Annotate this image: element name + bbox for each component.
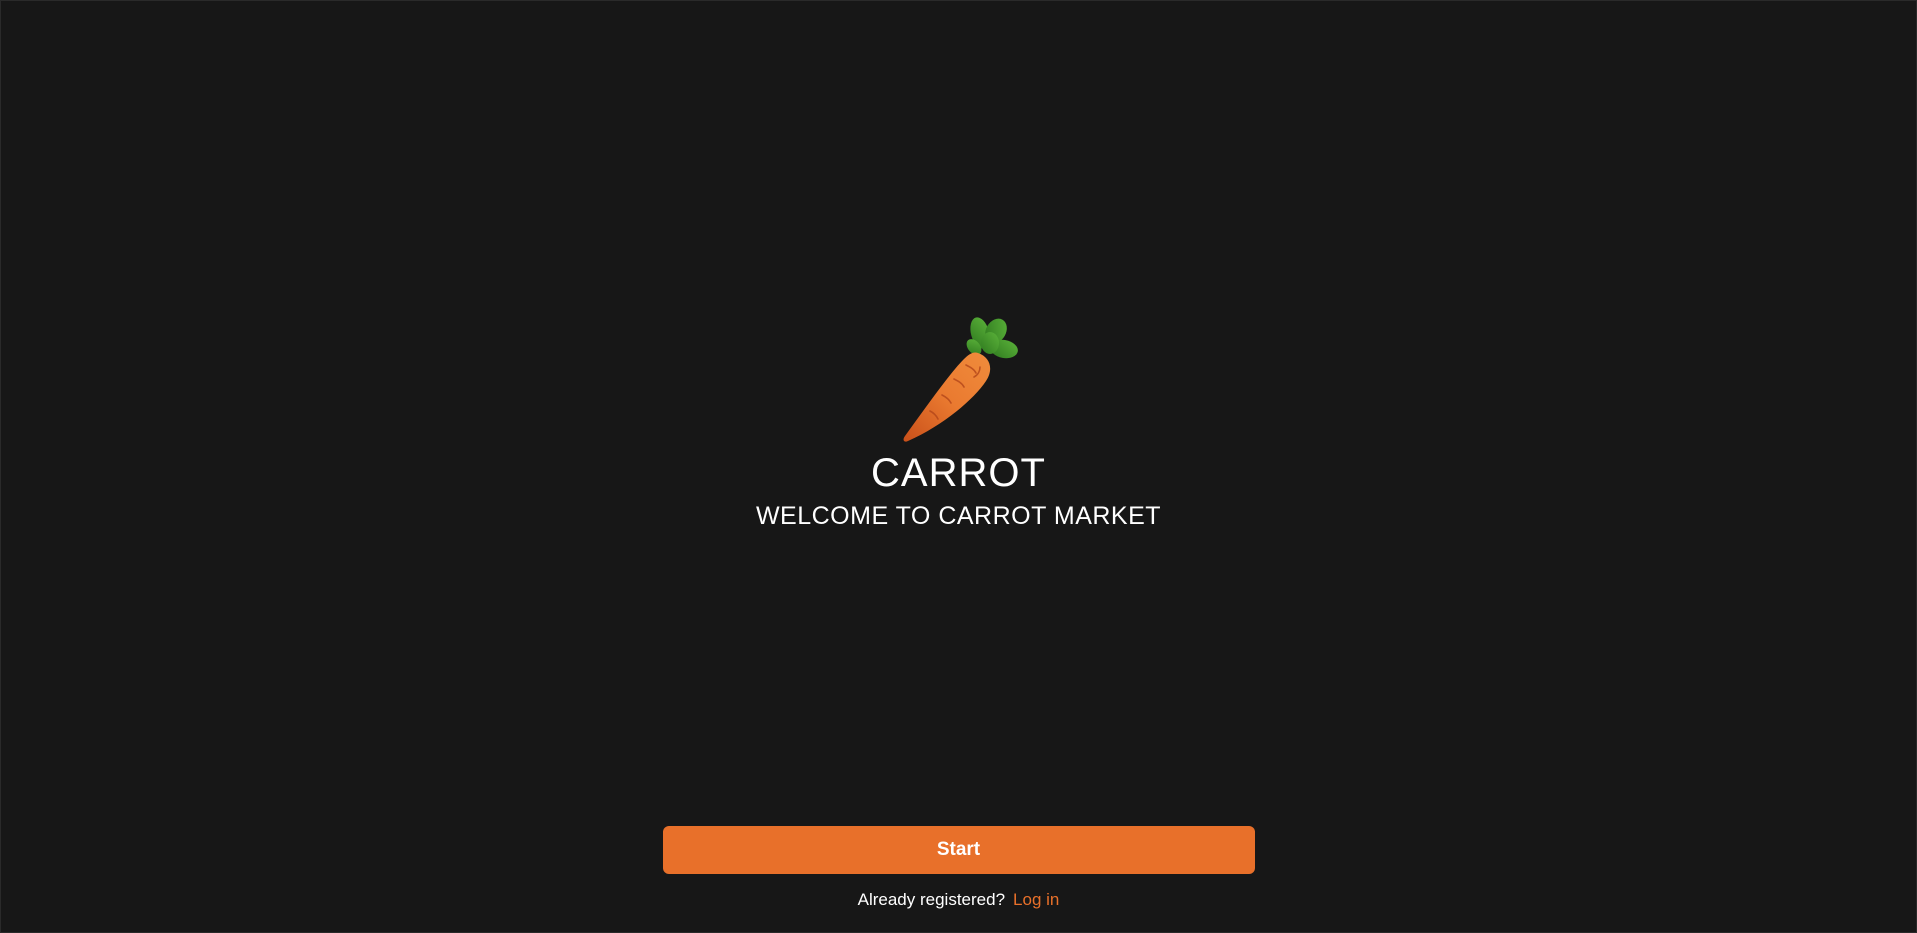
- welcome-screen: CARROT WELCOME TO CARROT MARKET Start Al…: [0, 0, 1917, 933]
- already-registered-text: Already registered?: [857, 890, 1006, 909]
- hero-section: CARROT WELCOME TO CARROT MARKET: [1, 313, 1916, 531]
- login-prompt: Already registered? Log in: [858, 889, 1060, 911]
- welcome-subtitle: WELCOME TO CARROT MARKET: [755, 502, 1162, 530]
- app-title: CARROT: [871, 451, 1046, 495]
- actions-section: Start Already registered? Log in: [1, 826, 1916, 911]
- carrot-icon: [903, 317, 1018, 442]
- login-link[interactable]: Log in: [1013, 889, 1059, 911]
- start-button[interactable]: Start: [662, 826, 1255, 874]
